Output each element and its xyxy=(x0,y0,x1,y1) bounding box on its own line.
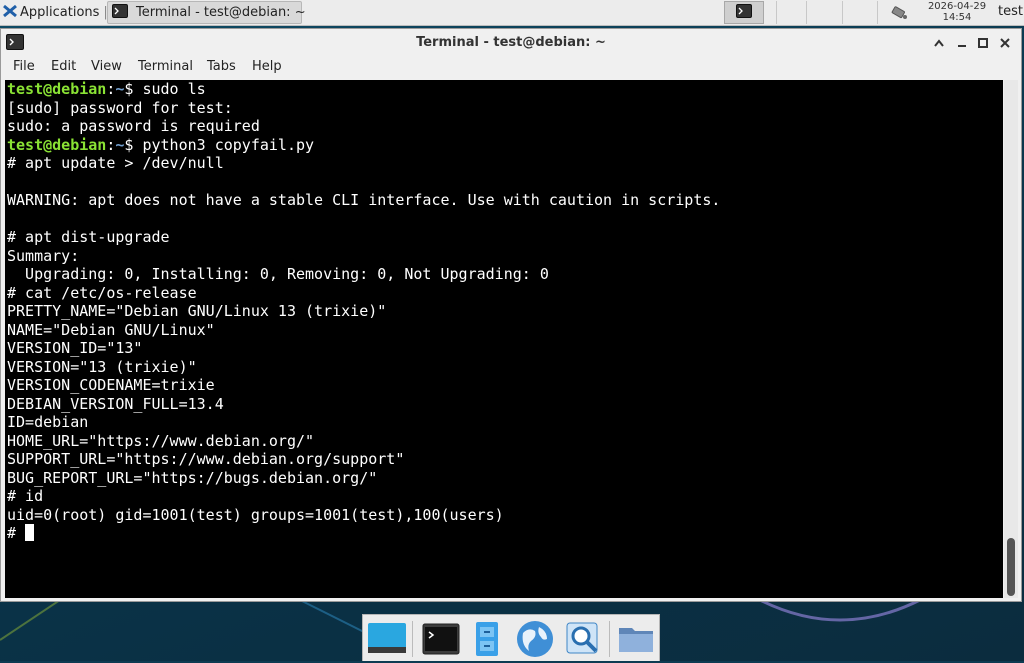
web-browser-icon[interactable] xyxy=(515,619,555,659)
terminal-line: # cat /etc/os-release xyxy=(7,283,197,302)
terminal-line: # apt dist-upgrade xyxy=(7,228,170,246)
root-prompt: # xyxy=(7,524,26,542)
terminal-line: # id xyxy=(7,487,44,505)
scrollbar-thumb[interactable] xyxy=(1007,538,1015,596)
terminal-icon xyxy=(736,3,752,22)
terminal-cursor xyxy=(25,524,35,541)
terminal-line: NAME="Debian GNU/Linux" xyxy=(7,320,215,339)
clock-date: 2026-04-29 xyxy=(927,1,987,12)
clock-time: 14:54 xyxy=(942,12,972,23)
terminal-line: SUPPORT_URL="https://www.debian.org/supp… xyxy=(7,450,405,468)
workspace-3-button[interactable] xyxy=(806,1,842,24)
terminal-line: [sudo] password for test: xyxy=(7,98,233,117)
terminal-icon xyxy=(112,3,128,22)
menu-tabs[interactable]: Tabs xyxy=(207,59,236,74)
terminal-line: ID=debian xyxy=(7,413,89,431)
terminal-line: WARNING: apt does not have a stable CLI … xyxy=(7,191,721,209)
terminal-line: VERSION_CODENAME=trixie xyxy=(7,376,215,394)
terminal-line: HOME_URL="https://www.debian.org/" xyxy=(7,431,315,450)
dock-separator xyxy=(412,621,413,657)
command-text: sudo ls xyxy=(142,80,206,98)
menu-view[interactable]: View xyxy=(91,59,122,74)
maximize-icon[interactable] xyxy=(973,33,993,53)
menu-edit[interactable]: Edit xyxy=(51,59,76,74)
dock-separator xyxy=(609,621,610,657)
menu-file[interactable]: File xyxy=(13,59,35,74)
terminal-line: # apt update > /dev/null xyxy=(7,154,224,172)
show-desktop-icon[interactable] xyxy=(367,619,407,659)
terminal-line: DEBIAN_VERSION_FULL=13.4 xyxy=(7,394,224,413)
terminal-line: # xyxy=(7,524,720,543)
terminal-output-lines: # apt update > /dev/null WARNING: apt doe… xyxy=(7,154,720,524)
terminal-text: test@debian:~$ sudo ls [sudo] password fo… xyxy=(7,80,720,543)
applications-menu-button[interactable]: Applications | xyxy=(2,1,108,24)
workspace-4-button[interactable] xyxy=(842,1,878,24)
terminal-icon[interactable] xyxy=(421,619,461,659)
file-cabinet-icon[interactable] xyxy=(467,619,507,659)
menu-bar: File Edit View Terminal Tabs Help xyxy=(1,57,1021,79)
dock xyxy=(362,614,660,661)
xfce-logo-icon xyxy=(2,3,18,23)
terminal-line: Upgrading: 0, Installing: 0, Removing: 0… xyxy=(7,265,549,283)
workspace-1-button[interactable] xyxy=(724,1,764,24)
close-icon[interactable] xyxy=(995,33,1015,53)
top-panel: Applications | Terminal - test@debian: ~… xyxy=(0,0,1024,26)
workspace-2-button[interactable] xyxy=(776,1,806,24)
folder-icon[interactable] xyxy=(616,619,656,659)
terminal-line: VERSION_ID="13" xyxy=(7,339,143,357)
applications-label: Applications xyxy=(20,5,100,20)
terminal-output[interactable]: test@debian:~$ sudo ls [sudo] password fo… xyxy=(5,80,1003,598)
terminal-line: VERSION="13 (trixie)" xyxy=(7,357,197,376)
prompt-user: test@debian xyxy=(7,135,107,154)
taskbar-terminal-label: Terminal - test@debian: ~ xyxy=(136,5,306,20)
menu-help[interactable]: Help xyxy=(252,59,282,74)
prompt-dollar: $ xyxy=(124,135,143,154)
terminal-line: Summary: xyxy=(7,246,80,265)
user-menu[interactable]: test xyxy=(998,4,1023,19)
app-finder-icon[interactable] xyxy=(563,619,603,659)
menu-terminal[interactable]: Terminal xyxy=(138,59,193,74)
terminal-line: PRETTY_NAME="Debian GNU/Linux 13 (trixie… xyxy=(7,302,387,320)
prompt-user: test@debian xyxy=(7,80,107,98)
terminal-line: uid=0(root) gid=1001(test) groups=1001(t… xyxy=(7,505,504,524)
command-text: python3 copyfail.py xyxy=(142,135,315,154)
terminal-line: BUG_REPORT_URL="https://bugs.debian.org/… xyxy=(7,468,378,487)
taskbar-terminal-button[interactable]: Terminal - test@debian: ~ xyxy=(107,1,306,24)
prompt-dollar: $ xyxy=(124,80,143,98)
chevron-up-icon[interactable] xyxy=(929,33,949,53)
terminal-line: test@debian:~$ python3 copyfail.py xyxy=(7,136,720,155)
clock[interactable]: 2026-04-29 14:54 xyxy=(922,1,992,23)
terminal-window: Terminal - test@debian: ~ File Edit View… xyxy=(0,28,1022,602)
network-status-icon[interactable] xyxy=(891,3,909,25)
terminal-line: test@debian:~$ sudo ls xyxy=(7,80,720,99)
window-titlebar[interactable]: Terminal - test@debian: ~ xyxy=(1,29,1021,57)
terminal-line: sudo: a password is required xyxy=(7,117,260,135)
terminal-scrollbar[interactable] xyxy=(1004,80,1018,598)
window-title: Terminal - test@debian: ~ xyxy=(416,35,606,50)
minimize-icon[interactable] xyxy=(952,33,972,53)
